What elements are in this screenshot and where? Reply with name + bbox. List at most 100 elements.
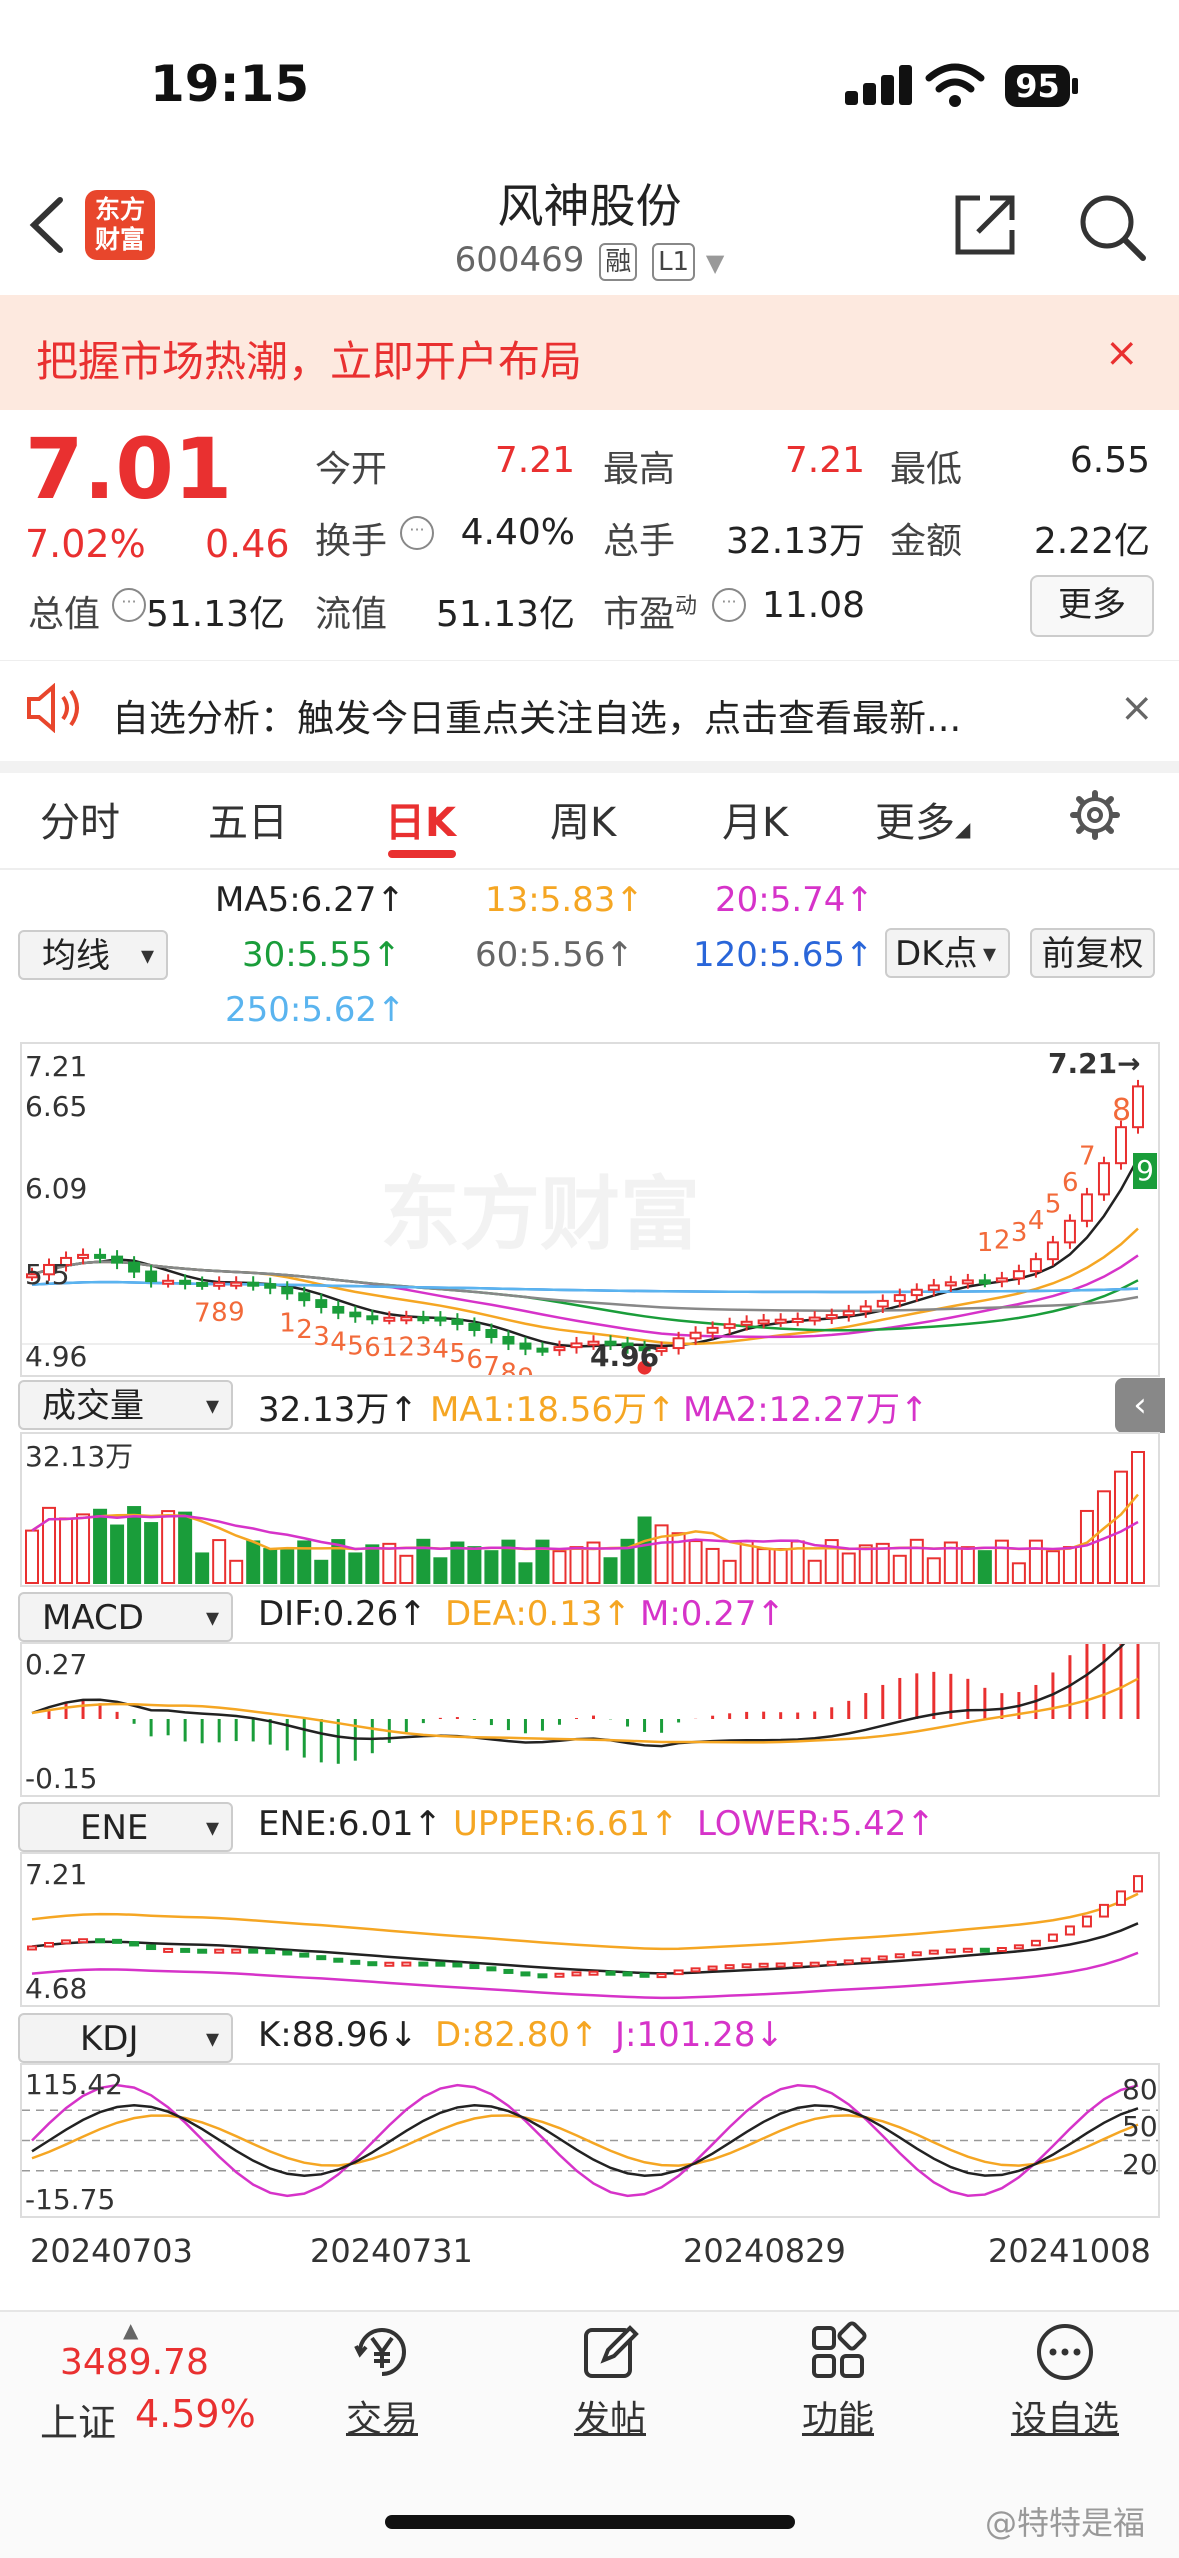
ene-candle	[979, 1947, 990, 1953]
ene-candle	[248, 1948, 259, 1954]
nine-turn-number: 6	[466, 1345, 483, 1375]
ma-selector[interactable]: 均线	[18, 930, 168, 980]
close-icon[interactable]: ×	[1120, 685, 1154, 731]
ene-lower: LOWER:5.42↑	[697, 1804, 935, 1844]
tab-more[interactable]: 更多◢	[875, 790, 970, 848]
ene-candle	[452, 1962, 463, 1968]
info-icon[interactable]: ···	[112, 588, 146, 622]
nine-turn-number: 1	[381, 1333, 398, 1363]
kline-watermark: 东方财富	[380, 1168, 700, 1261]
tab-intraday[interactable]: 分时	[40, 790, 120, 848]
kdj-chart-panel[interactable]	[20, 2063, 1160, 2218]
volume-bar	[93, 1508, 108, 1584]
volume-bar	[416, 1538, 431, 1584]
home-indicator	[385, 2515, 795, 2529]
wifi-icon	[925, 63, 985, 107]
volume-bar	[59, 1517, 74, 1584]
volume-bar	[909, 1538, 924, 1585]
volume-selector[interactable]: 成交量	[18, 1380, 233, 1430]
mktcap-label: 总值	[28, 594, 101, 635]
amount-label: 金额	[890, 521, 963, 562]
more-button[interactable]: 更多	[1030, 575, 1154, 637]
ene-candle	[78, 1938, 89, 1944]
speaker-icon	[27, 683, 79, 733]
change-pct: 7.02%	[25, 522, 146, 566]
volume-bar	[399, 1554, 414, 1584]
weibo-watermark: @特特是福	[985, 2504, 1146, 2542]
volume-bar	[110, 1524, 125, 1585]
ene-candle	[962, 1947, 973, 1953]
volume-chart-panel[interactable]	[20, 1432, 1160, 1587]
close-icon[interactable]: ×	[1105, 330, 1139, 376]
nav-trade[interactable]: 交易	[317, 2320, 447, 2442]
tab-weekly-k[interactable]: 周K	[550, 790, 616, 848]
kdj-d: D:82.80↑	[435, 2015, 599, 2055]
candle-body	[1132, 1085, 1144, 1129]
macd-selector[interactable]: MACD	[18, 1592, 233, 1642]
candle-body	[740, 1320, 753, 1326]
ene-candle	[299, 1952, 310, 1958]
volume-ma1: MA1:18.56万↑	[430, 1390, 676, 1430]
volume-bar	[365, 1544, 380, 1584]
gear-icon[interactable]	[1070, 790, 1120, 840]
volume-bar	[1011, 1562, 1026, 1585]
ene-candle	[520, 1971, 531, 1977]
ma60-label: 60:5.56↑	[475, 935, 634, 975]
volume-bar	[178, 1511, 193, 1584]
candle-body	[281, 1286, 294, 1295]
nine-turn-number: 7	[194, 1298, 211, 1328]
nine-turn-number: 1	[977, 1228, 994, 1258]
tab-monthly-k[interactable]: 月K	[722, 790, 788, 848]
ene-candle	[554, 1972, 565, 1978]
index-value: 3489.78	[60, 2342, 209, 2383]
ene-chart-panel[interactable]	[20, 1852, 1160, 2007]
candle-body	[434, 1316, 447, 1322]
volume-bar	[484, 1550, 499, 1584]
nav-function[interactable]: 功能	[773, 2320, 903, 2442]
nine-turn-number: 1	[279, 1308, 296, 1338]
nine-turn-number: 9	[517, 1364, 534, 1375]
nine-turn-number: 5	[1045, 1189, 1062, 1219]
candle-body	[366, 1315, 379, 1321]
candle-body	[570, 1342, 583, 1349]
ene-lower-line	[31, 1951, 1139, 2000]
nav-post[interactable]: 发帖	[545, 2320, 675, 2442]
nav-watchlist[interactable]: 设自选	[1000, 2320, 1130, 2442]
ene-candle	[1133, 1875, 1143, 1893]
share-icon[interactable]	[950, 190, 1020, 260]
tab-five-day[interactable]: 五日	[208, 790, 288, 848]
nine-turn-number: 6	[1062, 1168, 1079, 1198]
kdj-y-top: 115.42	[25, 2068, 123, 2101]
float-value: 51.13亿	[435, 594, 575, 635]
ene-candle	[44, 1941, 55, 1948]
collapse-button[interactable]: ‹	[1115, 1378, 1165, 1433]
volume-bar	[552, 1550, 567, 1584]
ene-candle	[894, 1953, 905, 1959]
ene-candle	[282, 1950, 293, 1956]
candle-body	[519, 1342, 532, 1350]
macd-chart-panel[interactable]	[20, 1642, 1160, 1797]
ene-candle	[656, 1973, 667, 1979]
tab-daily-k[interactable]: 日K	[385, 790, 456, 848]
nine-turn-number: 4	[1028, 1206, 1045, 1236]
ene-candle	[775, 1962, 786, 1968]
volume-bar	[212, 1539, 227, 1584]
candle-body	[94, 1253, 107, 1259]
battery-tip	[1072, 78, 1078, 94]
dk-point-selector[interactable]: DK点	[885, 928, 1010, 978]
candle-body	[315, 1299, 328, 1308]
search-icon[interactable]	[1075, 190, 1150, 265]
info-icon[interactable]: ···	[400, 516, 434, 550]
low-value: 6.55	[1069, 440, 1150, 481]
ene-candle	[588, 1970, 599, 1976]
candle-body	[213, 1281, 226, 1287]
candle-body	[298, 1292, 311, 1302]
stock-code: 600469	[454, 240, 585, 280]
kdj-selector[interactable]: KDJ	[18, 2013, 233, 2063]
candle-body	[961, 1279, 974, 1285]
macd-y-top: 0.27	[25, 1648, 88, 1681]
index-widget[interactable]: ▲ 3489.78 上证 4.59%	[35, 2318, 275, 2448]
ene-selector[interactable]: ENE	[18, 1802, 233, 1852]
adjust-button[interactable]: 前复权	[1030, 928, 1155, 978]
volume-bar	[654, 1524, 669, 1584]
